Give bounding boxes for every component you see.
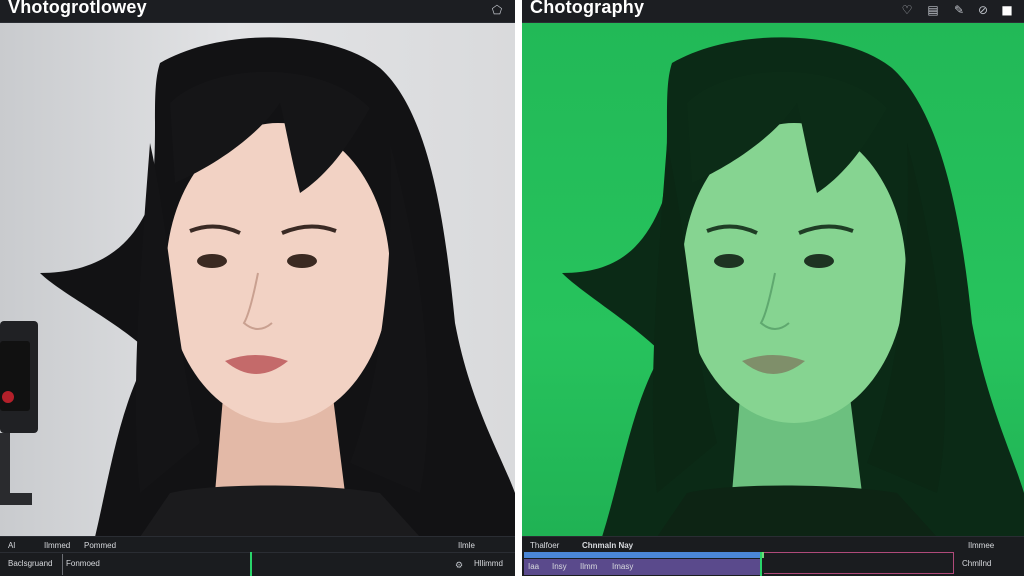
heart-icon[interactable]: ♡ bbox=[900, 3, 914, 17]
right-title-bar: Chotography ♡ ▤ ✎ ⊘ ■ bbox=[522, 0, 1024, 23]
layers-icon[interactable]: ▤ bbox=[926, 3, 940, 17]
left-right-label-c: Hllimmd bbox=[474, 559, 503, 568]
clip-label-2: Insy bbox=[552, 562, 567, 571]
help-icon[interactable]: ⊘ bbox=[976, 3, 990, 17]
square-icon[interactable]: ■ bbox=[1000, 3, 1014, 17]
left-title-bar: Vhotogrotlowey ⬠ bbox=[0, 0, 515, 23]
clip-blue[interactable] bbox=[524, 552, 760, 558]
clip-label-3: Ilmm bbox=[580, 562, 598, 571]
tab-chroma-key[interactable]: Chnmaln Nay bbox=[582, 541, 633, 550]
right-playhead[interactable] bbox=[760, 552, 762, 576]
left-preview-viewer[interactable] bbox=[0, 23, 515, 537]
clip-outline[interactable] bbox=[764, 552, 954, 574]
tab-ilmmed[interactable]: Ilmmed bbox=[44, 541, 70, 550]
clip-label-4: Imasy bbox=[612, 562, 634, 571]
brush-icon[interactable]: ✎ bbox=[952, 3, 966, 17]
left-playhead[interactable] bbox=[250, 552, 252, 576]
track-separator bbox=[62, 554, 63, 575]
green-screen-portrait bbox=[562, 37, 1024, 537]
track-value: Fonmoed bbox=[66, 559, 100, 568]
right-editor-panel: Chotography ♡ ▤ ✎ ⊘ ■ Thalfoer Chnmaln N… bbox=[522, 0, 1024, 576]
right-preview-viewer[interactable] bbox=[522, 23, 1024, 537]
left-panel-title: Vhotogrotlowey bbox=[8, 0, 147, 17]
right-timeline: Thalfoer Chnmaln Nay Ilmmee Iaa Insy Ilm… bbox=[522, 536, 1024, 576]
left-timeline: Al Ilmmed Pommed Ilmle Baclsgruand Fonmo… bbox=[0, 536, 515, 576]
tab-pommed[interactable]: Pommed bbox=[84, 541, 116, 550]
tab-thalfoer[interactable]: Thalfoer bbox=[530, 541, 559, 550]
left-editor-panel: Vhotogrotlowey ⬠ Al Ilmmed Pommed Ilmle … bbox=[0, 0, 515, 576]
left-right-label-a: Ilmle bbox=[458, 541, 475, 550]
settings-icon[interactable]: ⚙ bbox=[452, 559, 466, 573]
right-panel-title: Chotography bbox=[530, 0, 645, 17]
right-right-label-a: Ilmmee bbox=[968, 541, 995, 550]
clip-label-1: Iaa bbox=[528, 562, 540, 571]
camera-icon bbox=[0, 321, 38, 505]
tag-icon[interactable]: ⬠ bbox=[490, 3, 504, 17]
tab-al[interactable]: Al bbox=[8, 541, 15, 550]
track-divider bbox=[0, 552, 515, 553]
track-label: Baclsgruand bbox=[8, 559, 53, 568]
right-right-label-b: Chmllnd bbox=[962, 559, 992, 568]
portrait-image bbox=[0, 37, 515, 537]
